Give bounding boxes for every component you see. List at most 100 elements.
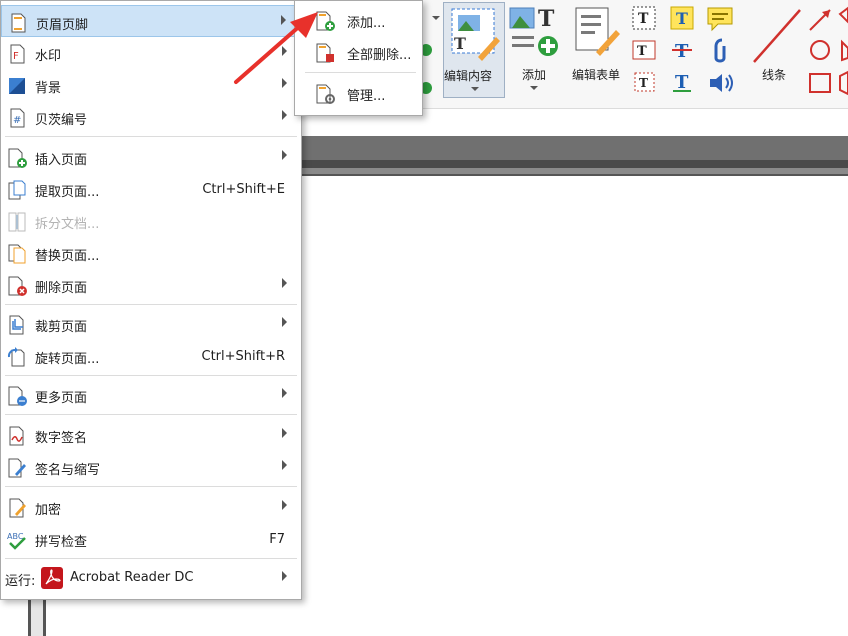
shortcut-text: Ctrl+Shift+R — [201, 349, 286, 364]
text-field-icon[interactable]: T — [632, 38, 656, 62]
menu-item-rotate-page[interactable]: 旋转页面... Ctrl+Shift+R — [1, 340, 301, 372]
insert-page-icon — [8, 148, 27, 168]
menu-item-label: 水印 — [35, 49, 62, 64]
add-content-label: 添加 — [521, 68, 546, 82]
svg-text:T: T — [676, 9, 688, 28]
menu-separator — [5, 414, 297, 415]
acrobat-icon — [41, 567, 63, 589]
menu-item-label: 替换页面... — [35, 249, 100, 264]
menu-item-run[interactable]: 运行: Acrobat Reader DC — [1, 562, 301, 594]
menu-item-label: 数字签名 — [35, 431, 88, 446]
submenu-item-label: 管理... — [347, 89, 386, 104]
underline-text-icon[interactable]: T — [670, 70, 694, 94]
bates-number-icon: # — [10, 108, 25, 128]
edit-content-icon: T — [451, 8, 500, 61]
menu-item-encrypt[interactable]: 加密 — [1, 491, 301, 523]
extract-page-icon — [8, 180, 26, 200]
hidden-add-icon — [420, 44, 432, 94]
submenu-arrow-icon — [282, 571, 287, 581]
audio-icon[interactable] — [708, 72, 736, 94]
menu-item-extract-page[interactable]: 提取页面... Ctrl+Shift+E — [1, 173, 301, 205]
edit-form-button[interactable]: 编辑表单 — [566, 4, 626, 96]
svg-text:F: F — [13, 51, 19, 62]
add-image-text-icon: T — [509, 6, 558, 56]
line-icon — [753, 9, 801, 63]
rotate-page-icon — [7, 347, 25, 367]
header-footer-icon — [11, 13, 26, 33]
menu-item-label: 加密 — [35, 503, 62, 518]
chevron-down-icon — [530, 86, 538, 90]
menu-item-label: 删除页面 — [35, 281, 88, 296]
svg-text:T: T — [637, 44, 647, 59]
svg-text:T: T — [639, 76, 648, 90]
chevron-down-icon — [471, 87, 479, 91]
svg-text:T: T — [675, 41, 689, 62]
digital-signature-icon — [9, 426, 24, 446]
run-label: 运行: — [5, 574, 36, 589]
submenu-arrow-icon — [282, 428, 287, 438]
menu-item-label: 页眉页脚 — [36, 18, 89, 33]
submenu-arrow-icon — [282, 110, 287, 120]
sign-pen-icon — [8, 458, 26, 478]
svg-text:T: T — [454, 34, 466, 53]
svg-text:ABC: ABC — [7, 532, 24, 541]
menu-item-split-doc: 拆分文档... — [1, 205, 301, 237]
submenu-arrow-icon — [282, 500, 287, 510]
menu-item-replace-page[interactable]: 替换页面... — [1, 237, 301, 269]
menu-item-label: 签名与缩写 — [35, 463, 101, 478]
menu-item-delete-page[interactable]: 删除页面 — [1, 269, 301, 301]
menu-item-label: 旋转页面... — [35, 352, 100, 367]
menu-item-label: 贝茨编号 — [35, 113, 88, 128]
menu-item-bates[interactable]: # 贝茨编号 — [1, 101, 301, 133]
replace-page-icon — [8, 244, 26, 264]
menu-item-label: 背景 — [35, 81, 62, 96]
submenu-arrow-icon — [282, 150, 287, 160]
svg-text:T: T — [538, 6, 555, 32]
add-content-button[interactable]: T 添加 — [506, 4, 562, 96]
svg-text:T: T — [675, 72, 689, 93]
main-context-menu: 页眉页脚 F 水印 背景 # 贝茨编号 插入页面 提取页面... Ctrl+Sh… — [0, 0, 302, 600]
encrypt-icon — [9, 498, 26, 518]
submenu-item-label: 添加... — [347, 16, 386, 31]
strikeout-text-icon[interactable]: T — [670, 38, 694, 62]
shortcut-text: F7 — [269, 532, 285, 547]
menu-item-label: 更多页面 — [35, 391, 88, 406]
menu-item-digital-signature[interactable]: 数字签名 — [1, 419, 301, 451]
text-box-icon[interactable]: T — [632, 6, 656, 30]
red-annotation-arrow-icon — [234, 12, 318, 84]
edit-content-label: 编辑内容 — [444, 69, 493, 83]
spell-check-icon: ABC — [7, 532, 26, 550]
more-pages-icon — [8, 386, 27, 406]
menu-item-spell-check[interactable]: ABC 拼写检查 F7 — [1, 523, 301, 555]
text-callout-icon[interactable]: T — [632, 70, 656, 94]
crop-page-icon — [9, 315, 24, 335]
menu-separator — [5, 136, 297, 137]
menu-item-crop-page[interactable]: 裁剪页面 — [1, 308, 301, 340]
edit-form-icon — [575, 7, 620, 56]
watermark-icon: F — [10, 44, 25, 64]
submenu-arrow-icon — [282, 317, 287, 327]
attachment-icon[interactable] — [712, 38, 732, 64]
menu-item-more-pages[interactable]: 更多页面 — [1, 379, 301, 411]
edit-content-button[interactable]: T 编辑内容 — [443, 2, 505, 98]
shapes-group-icon[interactable] — [806, 4, 848, 100]
menu-separator — [5, 486, 297, 487]
submenu-arrow-icon — [282, 460, 287, 470]
split-document-icon — [8, 212, 26, 232]
note-icon[interactable] — [706, 6, 734, 32]
menu-item-sign-initial[interactable]: 签名与缩写 — [1, 451, 301, 483]
highlight-text-icon[interactable]: T — [670, 6, 694, 30]
dropdown-arrow-icon[interactable] — [432, 16, 440, 20]
menu-item-label: 提取页面... — [35, 185, 100, 200]
lines-label: 线条 — [761, 68, 786, 82]
menu-separator — [5, 558, 297, 559]
menu-item-insert-page[interactable]: 插入页面 — [1, 141, 301, 173]
menu-item-label: 拼写检查 — [35, 535, 88, 550]
run-app-label: Acrobat Reader DC — [70, 570, 194, 585]
edit-form-label: 编辑表单 — [571, 68, 620, 82]
submenu-arrow-icon — [282, 278, 287, 288]
svg-text:T: T — [638, 11, 649, 27]
background-icon — [9, 78, 25, 94]
lines-button[interactable]: 线条 — [744, 4, 804, 96]
menu-separator — [5, 375, 297, 376]
